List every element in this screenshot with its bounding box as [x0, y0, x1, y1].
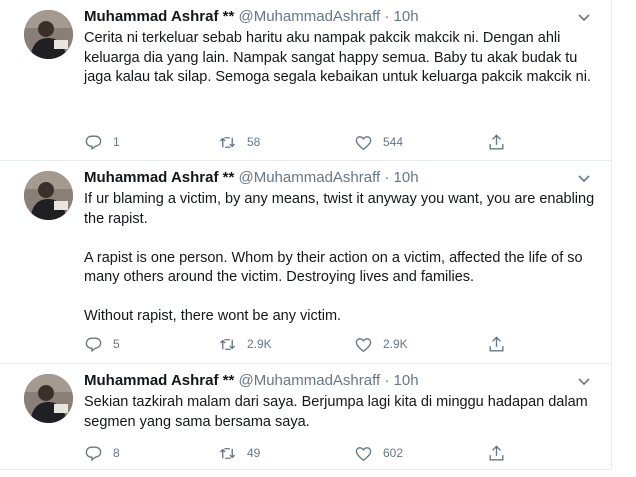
handle[interactable]: @MuhammadAshraff — [238, 372, 380, 389]
retweet-count: 58 — [247, 135, 261, 149]
reply-button[interactable]: 1 — [84, 131, 120, 153]
share-button[interactable] — [487, 333, 516, 355]
timeline: Muhammad Ashraf ** @MuhammadAshraff · 10… — [0, 0, 612, 470]
reply-icon — [85, 336, 102, 352]
reply-button[interactable]: 8 — [84, 442, 120, 464]
timestamp[interactable]: 10h — [394, 372, 419, 389]
share-icon — [489, 444, 504, 461]
avatar[interactable] — [24, 374, 73, 423]
timestamp[interactable]: 10h — [394, 8, 419, 25]
tweet[interactable]: Muhammad Ashraf ** @MuhammadAshraff · 10… — [0, 161, 611, 364]
display-name[interactable]: Muhammad Ashraf ** — [84, 169, 234, 186]
retweet-icon — [219, 136, 236, 148]
retweet-button[interactable]: 49 — [218, 442, 260, 464]
display-name[interactable]: Muhammad Ashraf ** — [84, 372, 234, 389]
retweet-icon — [219, 447, 236, 459]
handle[interactable]: @MuhammadAshraff — [238, 8, 380, 25]
retweet-count: 2.9K — [247, 337, 272, 351]
chevron-down-icon[interactable] — [577, 10, 591, 24]
separator: · — [384, 169, 390, 186]
separator: · — [384, 372, 390, 389]
like-button[interactable]: 602 — [354, 442, 403, 464]
action-bar: 1 58 544 — [84, 131, 514, 153]
display-name[interactable]: Muhammad Ashraf ** — [84, 8, 234, 25]
reply-icon — [85, 445, 102, 461]
separator: · — [384, 8, 390, 25]
tweet-text: Cerita ni terkeluar sebab haritu aku nam… — [84, 30, 591, 85]
reply-button[interactable]: 5 — [84, 333, 120, 355]
share-button[interactable] — [487, 131, 516, 153]
retweet-count: 49 — [247, 446, 261, 460]
tweet[interactable]: Muhammad Ashraf ** @MuhammadAshraff · 10… — [0, 0, 611, 161]
chevron-down-icon[interactable] — [577, 374, 591, 388]
like-button[interactable]: 544 — [354, 131, 403, 153]
like-count: 544 — [383, 135, 404, 149]
tweet-header: Muhammad Ashraf ** @MuhammadAshraff · 10… — [84, 168, 419, 188]
share-button[interactable] — [487, 442, 516, 464]
avatar[interactable] — [24, 171, 73, 220]
tweet-header: Muhammad Ashraf ** @MuhammadAshraff · 10… — [84, 7, 419, 27]
like-icon — [355, 446, 372, 461]
retweet-icon — [219, 338, 236, 350]
timestamp[interactable]: 10h — [394, 169, 419, 186]
like-icon — [355, 135, 372, 150]
retweet-button[interactable]: 2.9K — [218, 333, 272, 355]
tweet-text: If ur blaming a victim, by any means, tw… — [84, 191, 595, 324]
like-button[interactable]: 2.9K — [354, 333, 408, 355]
tweet-header: Muhammad Ashraf ** @MuhammadAshraff · 10… — [84, 371, 419, 391]
action-bar: 8 49 602 — [84, 442, 514, 464]
like-icon — [355, 337, 372, 352]
like-count: 2.9K — [383, 337, 408, 351]
tweet-text: Sekian tazkirah malam dari saya. Berjump… — [84, 394, 592, 430]
retweet-button[interactable]: 58 — [218, 131, 260, 153]
reply-count: 1 — [113, 135, 120, 149]
handle[interactable]: @MuhammadAshraff — [238, 169, 380, 186]
like-count: 602 — [383, 446, 404, 460]
avatar[interactable] — [24, 10, 73, 59]
share-icon — [489, 335, 504, 352]
reply-count: 5 — [113, 337, 120, 351]
reply-count: 8 — [113, 446, 120, 460]
tweet[interactable]: Muhammad Ashraf ** @MuhammadAshraff · 10… — [0, 364, 611, 469]
action-bar: 5 2.9K 2.9K — [84, 333, 514, 355]
share-icon — [489, 133, 504, 150]
chevron-down-icon[interactable] — [577, 171, 591, 185]
reply-icon — [85, 134, 102, 150]
